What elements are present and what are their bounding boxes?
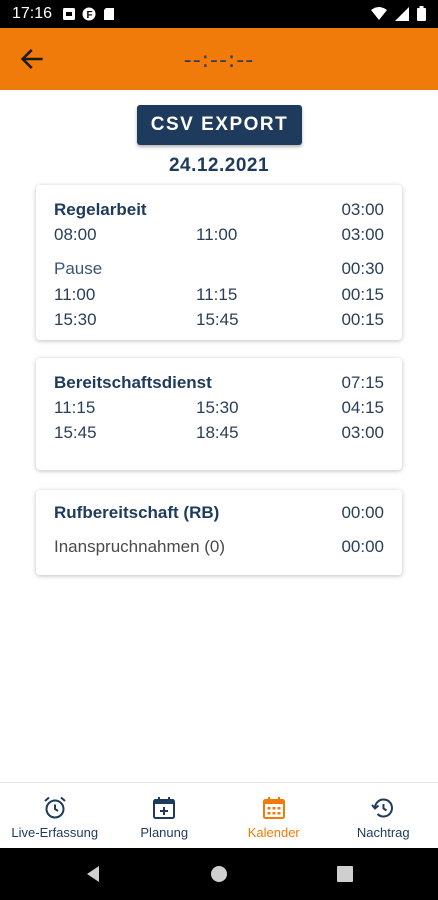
system-home-icon[interactable] — [209, 864, 229, 884]
nav-label: Planung — [140, 825, 189, 840]
claims-label: Inanspruchnahmen (0) — [54, 537, 226, 556]
entry-duration: 00:15 — [341, 285, 384, 304]
entry-end: 15:45 — [196, 310, 239, 329]
bereitschaftsdienst-title: Bereitschaftsdienst — [54, 373, 212, 392]
regelarbeit-title: Regelarbeit — [54, 200, 147, 219]
entry-start: 15:30 — [54, 310, 97, 329]
claims-total: 00:00 — [341, 537, 384, 556]
system-back-icon[interactable] — [83, 864, 103, 884]
csv-export-button[interactable]: CSV EXPORT — [137, 105, 302, 145]
svg-text:F: F — [87, 10, 93, 21]
rufbereitschaft-header: Rufbereitschaft (RB) 00:00 — [36, 503, 402, 525]
calendar-plus-icon — [153, 797, 176, 819]
entry-end: 11:00 — [196, 225, 238, 244]
entry-duration: 03:00 — [341, 423, 384, 442]
time-entry-row: 15:45 18:45 03:00 — [36, 423, 402, 445]
system-status-icons — [371, 6, 426, 21]
claims-row: Inanspruchnahmen (0) 00:00 — [36, 537, 402, 559]
selected-date: 24.12.2021 — [168, 155, 270, 176]
rufbereitschaft-title: Rufbereitschaft (RB) — [54, 503, 220, 522]
nav-label: Live-Erfassung — [11, 825, 99, 840]
pause-entry-row: 11:00 11:15 00:15 — [36, 285, 402, 307]
notification-icons: F — [62, 7, 116, 21]
alarm-clock-icon — [44, 796, 66, 819]
time-entry-row: 08:00 11:00 03:00 — [36, 225, 402, 247]
pause-title: Pause — [54, 259, 103, 278]
time-entry-row: 11:15 15:30 04:15 — [36, 398, 402, 420]
pause-total: 00:30 — [341, 259, 384, 278]
bottom-navigation: Live-Erfassung Planung Kalender Nachtrag — [0, 782, 438, 848]
app-bar: --:--:-- — [0, 28, 438, 90]
notification-square-icon — [63, 8, 75, 20]
battery-icon — [417, 6, 426, 21]
pause-entry-row: 15:30 15:45 00:15 — [36, 310, 402, 332]
entry-duration: 04:15 — [341, 398, 384, 417]
entry-start: 11:15 — [54, 398, 96, 417]
entry-start: 15:45 — [54, 423, 97, 442]
regelarbeit-header: Regelarbeit 03:00 — [36, 200, 402, 222]
calendar-icon — [262, 797, 285, 819]
rufbereitschaft-card[interactable]: Rufbereitschaft (RB) 00:00 Inanspruchnah… — [36, 490, 402, 575]
nav-label: Kalender — [247, 825, 300, 840]
status-time: 17:16 — [12, 5, 53, 22]
cell-signal-icon — [395, 6, 409, 21]
nav-nachtrag[interactable]: Nachtrag — [329, 783, 438, 849]
entry-end: 18:45 — [196, 423, 239, 442]
regelarbeit-card[interactable]: Regelarbeit 03:00 08:00 11:00 03:00 Paus… — [36, 185, 402, 340]
bereitschaftsdienst-card[interactable]: Bereitschaftsdienst 07:15 11:15 15:30 04… — [36, 358, 402, 470]
system-navigation-bar — [0, 848, 438, 900]
wifi-icon — [371, 6, 387, 20]
entry-end: 11:15 — [196, 285, 238, 304]
page-title: --:--:-- — [183, 48, 255, 73]
rufbereitschaft-total: 00:00 — [341, 503, 384, 522]
bereitschaftsdienst-total: 07:15 — [341, 373, 384, 392]
bereitschaftsdienst-header: Bereitschaftsdienst 07:15 — [36, 373, 402, 395]
entry-end: 15:30 — [196, 398, 239, 417]
entry-duration: 03:00 — [341, 225, 384, 244]
nav-live-erfassung[interactable]: Live-Erfassung — [0, 783, 110, 849]
status-bar: 17:16 F — [0, 0, 438, 28]
nav-label: Nachtrag — [356, 825, 410, 840]
nav-kalender[interactable]: Kalender — [219, 783, 329, 849]
entry-duration: 00:15 — [341, 310, 384, 329]
nav-planung[interactable]: Planung — [110, 783, 220, 849]
sd-card-icon — [104, 8, 114, 20]
entry-start: 11:00 — [54, 285, 96, 304]
notification-f-icon: F — [82, 7, 96, 21]
regelarbeit-total: 03:00 — [341, 200, 384, 219]
entry-start: 08:00 — [54, 225, 97, 244]
pause-header: Pause 00:30 — [36, 259, 402, 281]
system-recents-icon[interactable] — [335, 864, 355, 884]
history-icon — [371, 798, 394, 818]
